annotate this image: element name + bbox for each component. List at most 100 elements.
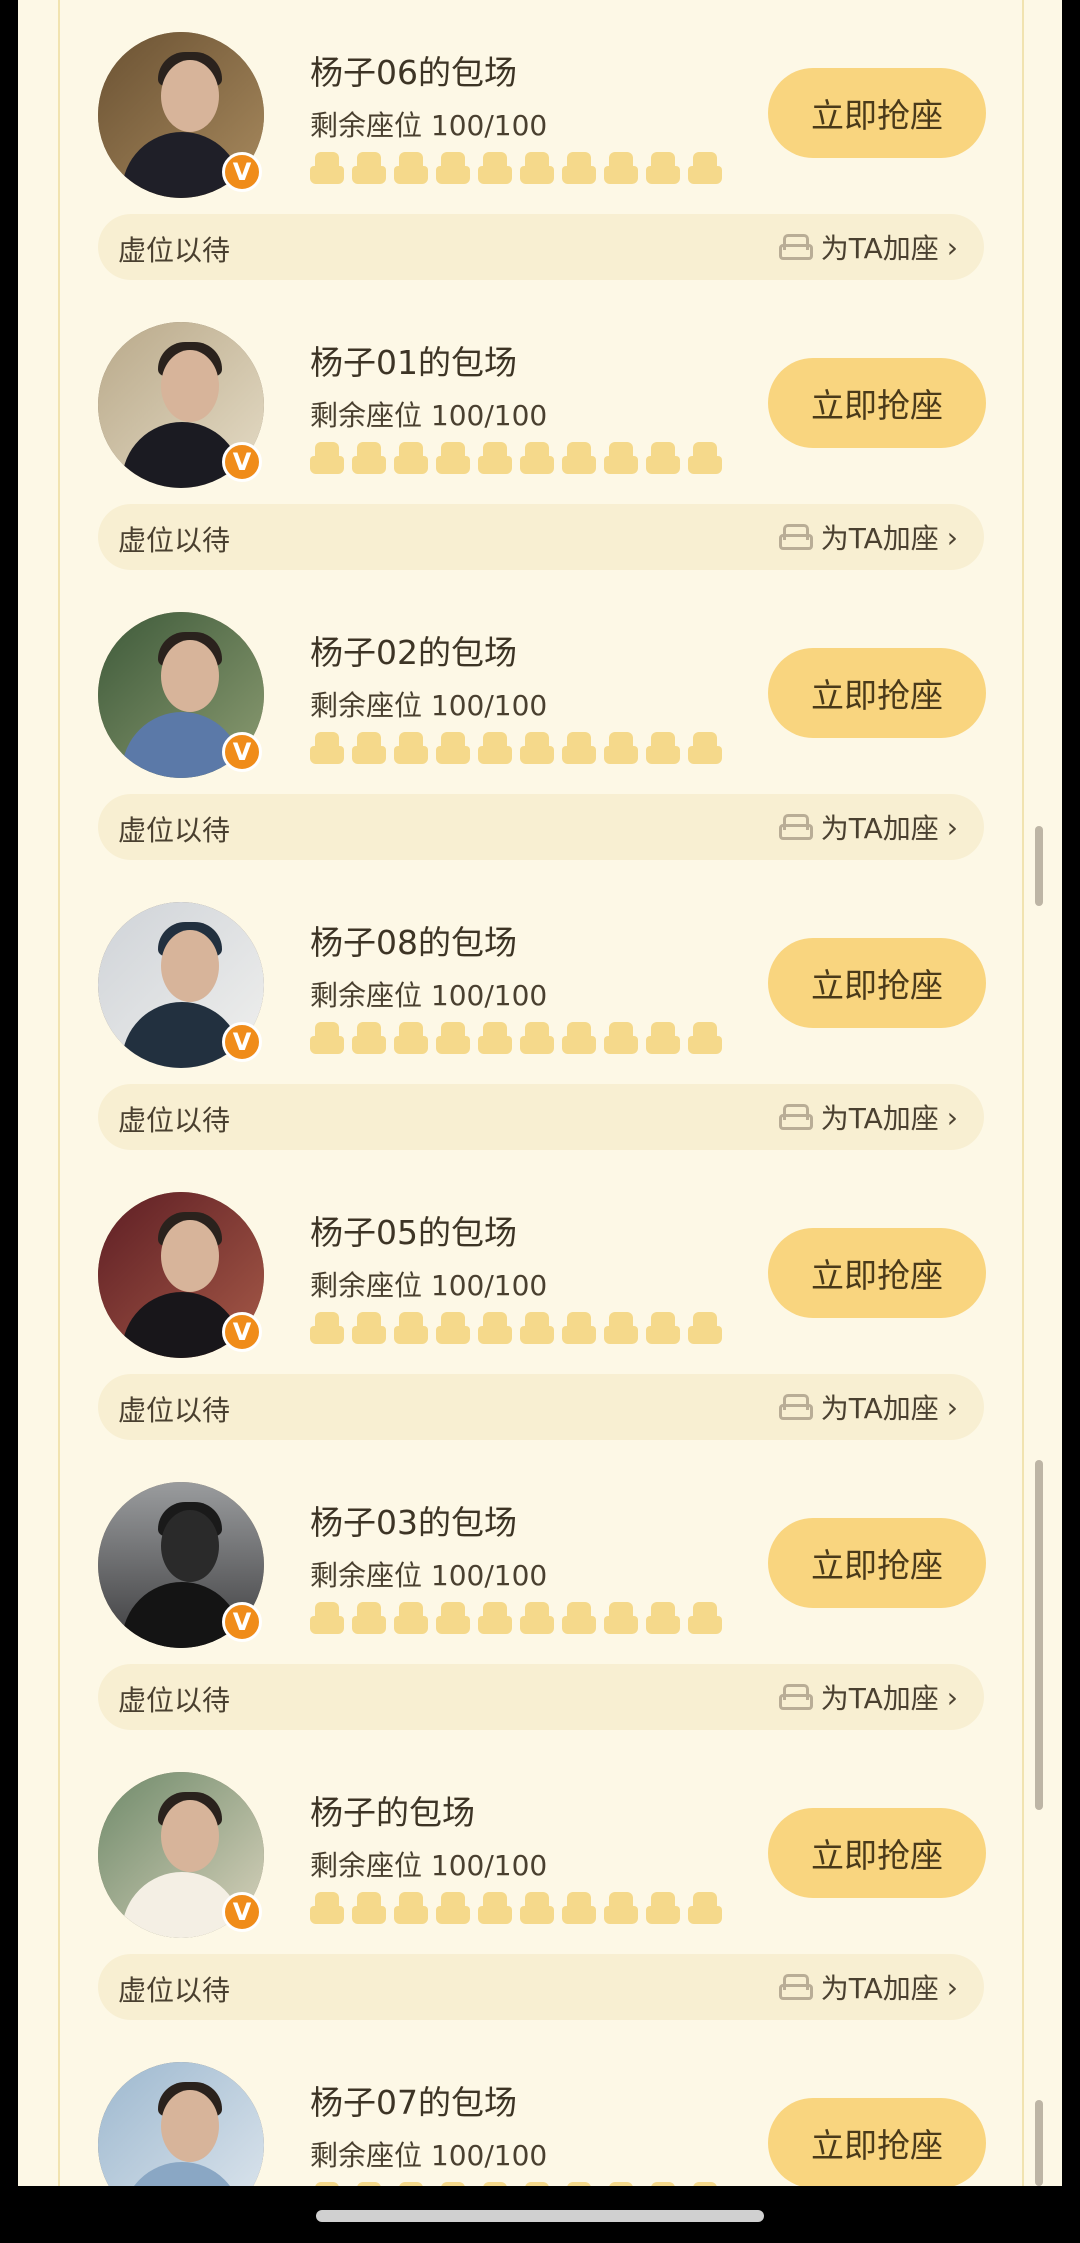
sofa-icon — [778, 1972, 813, 2002]
grab-seat-button[interactable]: 立即抢座 — [768, 1228, 986, 1318]
seat-icon — [646, 1892, 680, 1924]
host-avatar[interactable] — [98, 2062, 264, 2186]
verified-badge-icon: V — [222, 732, 262, 772]
verified-badge-icon: V — [222, 1602, 262, 1642]
seat-icon — [520, 1312, 554, 1344]
seat-icon — [604, 1892, 638, 1924]
room-list[interactable]: V 杨子06的包场 剩余座位 100/100 立即抢座 虚位以待 为TA加座 › — [18, 0, 1062, 2186]
screen: V 杨子06的包场 剩余座位 100/100 立即抢座 虚位以待 为TA加座 › — [0, 0, 1080, 2243]
seat-icon — [478, 732, 512, 764]
seat-icon — [520, 1602, 554, 1634]
seat-icon — [562, 152, 596, 184]
seat-icon — [394, 732, 428, 764]
room-title: 杨子03的包场 — [310, 1503, 517, 1542]
verified-badge-icon: V — [222, 152, 262, 192]
remaining-seats: 剩余座位 100/100 — [310, 689, 548, 722]
room-title: 杨子05的包场 — [310, 1213, 517, 1252]
verified-badge-icon: V — [222, 1022, 262, 1062]
seat-icons-row — [310, 732, 722, 768]
avatar-face — [161, 1800, 219, 1872]
seat-icon — [688, 1312, 722, 1344]
add-seat-label: 为TA加座 — [820, 232, 939, 265]
chevron-right-icon: › — [946, 810, 958, 844]
seat-icon — [646, 152, 680, 184]
waiting-label: 虚位以待 — [118, 234, 231, 267]
scrollbar-thumb[interactable] — [1035, 1460, 1043, 1810]
avatar-face — [161, 930, 219, 1002]
seat-icon — [520, 152, 554, 184]
sofa-icon — [778, 1682, 813, 1712]
add-seat-link[interactable]: 为TA加座 › — [778, 517, 958, 557]
waiting-label: 虚位以待 — [118, 524, 231, 557]
seat-icon — [646, 1022, 680, 1054]
seat-icon — [352, 152, 386, 184]
room-card: V 杨子03的包场 剩余座位 100/100 立即抢座 虚位以待 为TA加座 › — [98, 1482, 986, 1772]
add-seat-link[interactable]: 为TA加座 › — [778, 807, 958, 847]
add-seat-link[interactable]: 为TA加座 › — [778, 1677, 958, 1717]
chevron-right-icon: › — [946, 230, 958, 264]
grab-seat-button[interactable]: 立即抢座 — [768, 68, 986, 158]
waiting-bar: 虚位以待 为TA加座 › — [98, 1664, 984, 1730]
seat-icon — [688, 442, 722, 474]
seat-icon — [436, 1312, 470, 1344]
seat-icon — [310, 1312, 344, 1344]
seat-icon — [436, 1602, 470, 1634]
seat-icon — [478, 442, 512, 474]
avatar-face — [161, 1220, 219, 1292]
sofa-icon — [778, 1102, 813, 1132]
add-seat-link[interactable]: 为TA加座 › — [778, 227, 958, 267]
add-seat-link[interactable]: 为TA加座 › — [778, 1387, 958, 1427]
seat-icon — [604, 442, 638, 474]
seat-icon — [352, 442, 386, 474]
seat-icon — [352, 1602, 386, 1634]
seat-icon — [520, 1892, 554, 1924]
waiting-bar: 虚位以待 为TA加座 › — [98, 794, 984, 860]
grab-seat-button[interactable]: 立即抢座 — [768, 648, 986, 738]
waiting-bar: 虚位以待 为TA加座 › — [98, 1374, 984, 1440]
seat-icons-row — [310, 442, 722, 478]
grab-seat-button[interactable]: 立即抢座 — [768, 938, 986, 1028]
remaining-seats: 剩余座位 100/100 — [310, 1849, 548, 1882]
waiting-label: 虚位以待 — [118, 1104, 231, 1137]
home-indicator[interactable] — [316, 2210, 764, 2222]
room-card: 杨子07的包场 剩余座位 100/100 立即抢座 — [98, 2062, 986, 2186]
seat-icon — [310, 1602, 344, 1634]
seat-icon — [562, 1602, 596, 1634]
add-seat-label: 为TA加座 — [820, 1682, 939, 1715]
add-seat-link[interactable]: 为TA加座 › — [778, 1967, 958, 2007]
add-seat-label: 为TA加座 — [820, 1102, 939, 1135]
add-seat-label: 为TA加座 — [820, 812, 939, 845]
waiting-label: 虚位以待 — [118, 1684, 231, 1717]
grab-seat-button[interactable]: 立即抢座 — [768, 1808, 986, 1898]
avatar-face — [161, 350, 219, 422]
verified-badge-icon: V — [222, 442, 262, 482]
waiting-bar: 虚位以待 为TA加座 › — [98, 504, 984, 570]
sofa-icon — [778, 232, 813, 262]
add-seat-link[interactable]: 为TA加座 › — [778, 1097, 958, 1137]
grab-seat-button[interactable]: 立即抢座 — [768, 2098, 986, 2186]
waiting-label: 虚位以待 — [118, 1394, 231, 1427]
avatar-silhouette — [161, 1510, 219, 1582]
seat-icon — [688, 1892, 722, 1924]
grab-seat-button[interactable]: 立即抢座 — [768, 358, 986, 448]
seat-icon — [310, 442, 344, 474]
remaining-seats: 剩余座位 100/100 — [310, 109, 548, 142]
seat-icons-row — [310, 1602, 722, 1638]
scrollbar-thumb[interactable] — [1035, 2100, 1043, 2186]
seat-icon — [604, 1022, 638, 1054]
scrollbar-thumb[interactable] — [1035, 826, 1043, 906]
seat-icon — [394, 1022, 428, 1054]
seat-icon — [646, 1602, 680, 1634]
grab-seat-button[interactable]: 立即抢座 — [768, 1518, 986, 1608]
waiting-label: 虚位以待 — [118, 814, 231, 847]
seat-icon — [520, 732, 554, 764]
sofa-icon — [778, 812, 813, 842]
seat-icons-row — [310, 1022, 722, 1058]
seat-icon — [478, 1602, 512, 1634]
seat-icon — [520, 442, 554, 474]
seat-icon — [394, 1892, 428, 1924]
chevron-right-icon: › — [946, 1100, 958, 1134]
seat-icon — [604, 732, 638, 764]
seat-icon — [310, 1892, 344, 1924]
waiting-bar: 虚位以待 为TA加座 › — [98, 1954, 984, 2020]
